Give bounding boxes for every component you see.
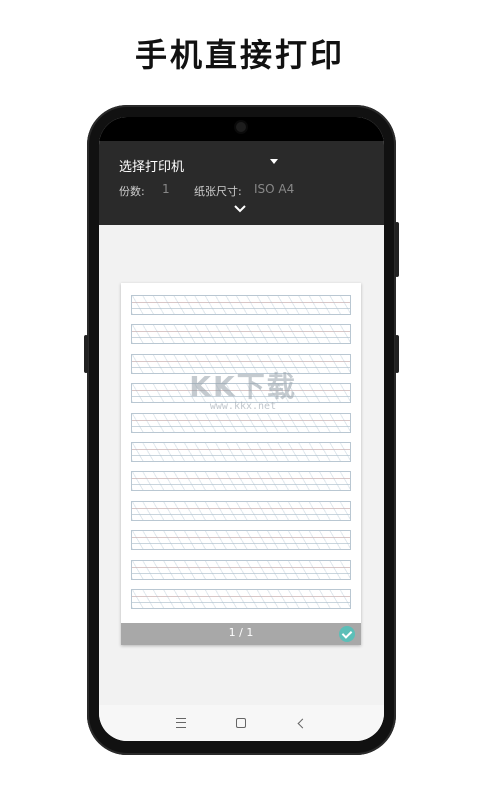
phone-volume-button (84, 335, 88, 373)
writing-lines (131, 295, 351, 618)
writing-row (131, 471, 351, 492)
page-count: 1 / 1 (228, 626, 254, 639)
nav-back-button[interactable] (292, 714, 312, 732)
nav-home-button[interactable] (231, 714, 251, 732)
print-preview-area: KK下载 www.kkx.net 1 / 1 (99, 225, 384, 705)
print-settings-toolbar: 选择打印机 份数: 1 纸张尺寸: ISO A4 (99, 141, 384, 225)
back-icon (297, 718, 307, 728)
paper-size-label: 纸张尺寸: (194, 185, 242, 198)
headline: 手机直接打印 (134, 36, 345, 74)
writing-row (131, 412, 351, 433)
copies-label: 份数: (119, 185, 145, 198)
writing-row (131, 383, 351, 404)
writing-row (131, 530, 351, 551)
nav-menu-button[interactable] (171, 714, 191, 732)
paper-size-select[interactable]: ISO A4 (254, 182, 294, 196)
camera-icon (236, 122, 246, 132)
writing-row (131, 295, 351, 315)
preview-page[interactable]: KK下载 www.kkx.net (121, 283, 361, 645)
writing-row (131, 353, 351, 374)
phone-side-button (395, 335, 399, 373)
page-indicator-bar: 1 / 1 (121, 623, 361, 645)
copies-input[interactable]: 1 (162, 182, 170, 196)
phone-screen: 选择打印机 份数: 1 纸张尺寸: ISO A4 KK下载 www.kkx.ne… (99, 117, 384, 741)
writing-row (131, 324, 351, 345)
printer-select[interactable]: 选择打印机 (119, 153, 279, 177)
menu-icon (176, 718, 186, 728)
system-nav-bar (99, 705, 384, 741)
writing-row (131, 588, 351, 609)
printer-select-label: 选择打印机 (119, 159, 185, 175)
home-icon (236, 718, 246, 728)
writing-row (131, 441, 351, 462)
chevron-down-icon[interactable] (234, 205, 246, 213)
dropdown-icon[interactable] (270, 159, 278, 164)
writing-row (131, 559, 351, 580)
check-icon[interactable] (339, 626, 355, 642)
writing-row (131, 500, 351, 521)
phone-power-button (395, 222, 399, 277)
